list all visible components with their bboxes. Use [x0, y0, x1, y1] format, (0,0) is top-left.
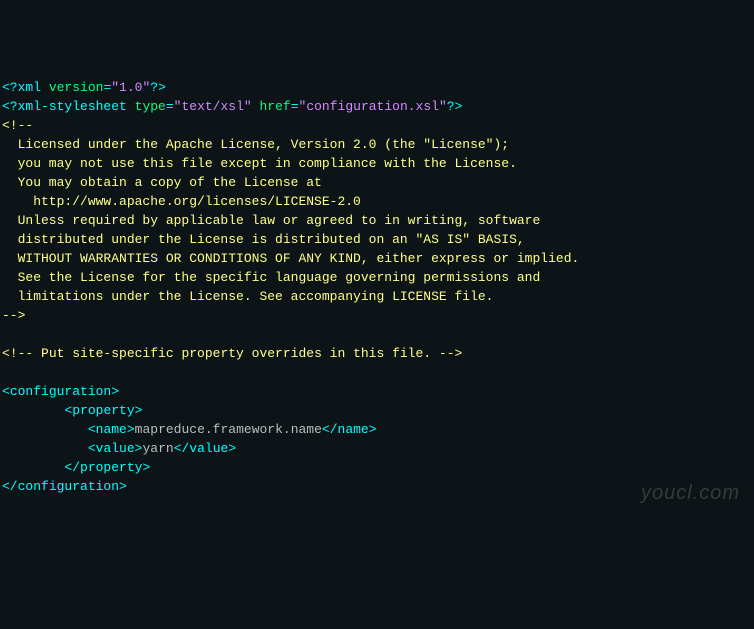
- property-close: </property>: [2, 458, 752, 477]
- punct: >: [127, 422, 135, 437]
- configuration-close: </configuration>: [2, 477, 752, 496]
- tag-name: property: [72, 403, 134, 418]
- comment-close: -->: [439, 346, 462, 361]
- indent: [2, 403, 64, 418]
- attr-value: "1.0": [111, 80, 150, 95]
- tag-name: name: [96, 422, 127, 437]
- configuration-open: <configuration>: [2, 382, 752, 401]
- tag-name: configuration: [10, 384, 111, 399]
- punct: >: [228, 441, 236, 456]
- punct: >: [111, 384, 119, 399]
- punct: <: [88, 422, 96, 437]
- license-line: http://www.apache.org/licenses/LICENSE-2…: [2, 192, 752, 211]
- punct: </: [322, 422, 338, 437]
- tag-name: xml: [18, 80, 41, 95]
- tag-name: name: [338, 422, 369, 437]
- license-line: Licensed under the Apache License, Versi…: [2, 135, 752, 154]
- site-comment: <!-- Put site-specific property override…: [2, 344, 752, 363]
- tag-name: property: [80, 460, 142, 475]
- punct: >: [369, 422, 377, 437]
- license-comment-close: -->: [2, 306, 752, 325]
- text-content: yarn: [142, 441, 173, 456]
- punct: </: [174, 441, 190, 456]
- code-editor-content[interactable]: <?xml version="1.0"?><?xml-stylesheet ty…: [2, 78, 752, 496]
- watermark: youcl.com: [641, 484, 740, 503]
- tag-name: configuration: [18, 479, 119, 494]
- punct: >: [119, 479, 127, 494]
- license-line: limitations under the License. See accom…: [2, 287, 752, 306]
- license-line: WITHOUT WARRANTIES OR CONDITIONS OF ANY …: [2, 249, 752, 268]
- blank-line: [2, 325, 752, 344]
- license-line: See the License for the specific languag…: [2, 268, 752, 287]
- comment-text: Put site-specific property overrides in …: [33, 346, 439, 361]
- xml-stylesheet: <?xml-stylesheet type="text/xsl" href="c…: [2, 97, 752, 116]
- license-line: You may obtain a copy of the License at: [2, 173, 752, 192]
- indent: [2, 460, 64, 475]
- punct: <?: [2, 80, 18, 95]
- tag-name: value: [189, 441, 228, 456]
- punct: </: [64, 460, 80, 475]
- punct: <: [2, 384, 10, 399]
- attr-name: type: [135, 99, 166, 114]
- attr-name: href: [260, 99, 291, 114]
- property-value: <value>yarn</value>: [2, 439, 752, 458]
- text-content: mapreduce.framework.name: [135, 422, 322, 437]
- indent: [2, 441, 88, 456]
- xml-declaration: <?xml version="1.0"?>: [2, 78, 752, 97]
- punct: >: [142, 460, 150, 475]
- attr-value: "text/xsl": [174, 99, 252, 114]
- punct: ?>: [447, 99, 463, 114]
- attr-name: version: [49, 80, 104, 95]
- comment-open: <!--: [2, 346, 33, 361]
- punct: ?>: [150, 80, 166, 95]
- punct: </: [2, 479, 18, 494]
- property-open: <property>: [2, 401, 752, 420]
- license-comment-open: <!--: [2, 116, 752, 135]
- indent: [2, 422, 88, 437]
- tag-name: xml-stylesheet: [18, 99, 127, 114]
- license-line: distributed under the License is distrib…: [2, 230, 752, 249]
- tag-name: value: [96, 441, 135, 456]
- property-name: <name>mapreduce.framework.name</name>: [2, 420, 752, 439]
- attr-value: "configuration.xsl": [299, 99, 447, 114]
- blank-line: [2, 363, 752, 382]
- punct: <?: [2, 99, 18, 114]
- punct: >: [135, 403, 143, 418]
- license-line: you may not use this file except in comp…: [2, 154, 752, 173]
- license-line: Unless required by applicable law or agr…: [2, 211, 752, 230]
- punct: <: [88, 441, 96, 456]
